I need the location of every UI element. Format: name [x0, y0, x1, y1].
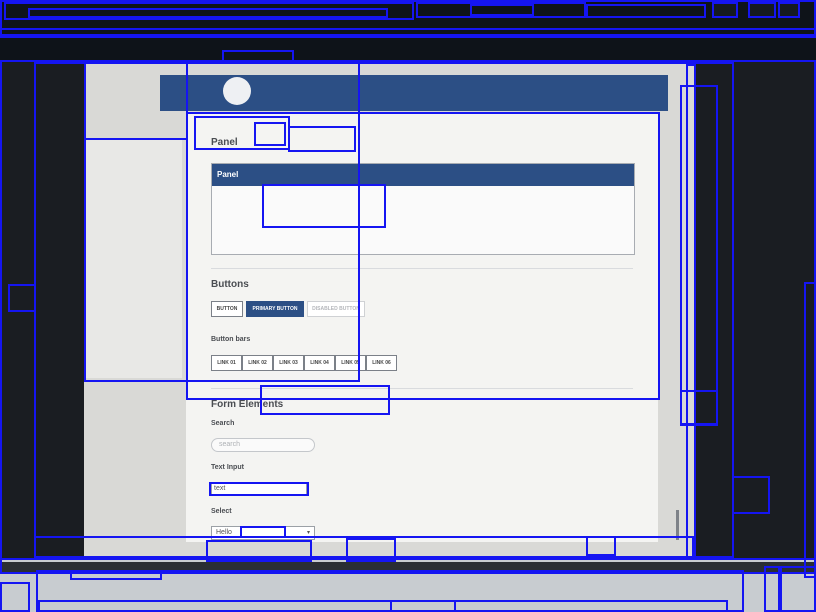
detection-box	[38, 600, 728, 612]
detection-box	[288, 126, 356, 152]
detection-box	[28, 8, 388, 18]
detection-box	[686, 64, 696, 558]
detection-box	[586, 4, 706, 18]
detection-box	[712, 2, 738, 18]
detection-box	[778, 2, 800, 18]
detection-box	[34, 536, 694, 558]
detection-box	[470, 4, 534, 16]
detection-box	[0, 28, 816, 38]
detection-box	[254, 122, 286, 146]
detection-box	[209, 482, 309, 496]
detection-box	[222, 50, 294, 62]
detection-box	[84, 138, 188, 382]
detection-box	[748, 2, 776, 18]
detection-box	[804, 282, 816, 578]
detection-box	[390, 600, 456, 612]
detection-box	[260, 385, 390, 415]
detection-box	[732, 476, 770, 514]
detection-box	[780, 566, 816, 612]
detection-box	[84, 62, 188, 140]
detection-box	[262, 184, 386, 228]
detection-box	[764, 566, 780, 612]
detection-box	[186, 112, 660, 400]
detection-box	[8, 284, 36, 312]
detection-box	[0, 582, 30, 612]
